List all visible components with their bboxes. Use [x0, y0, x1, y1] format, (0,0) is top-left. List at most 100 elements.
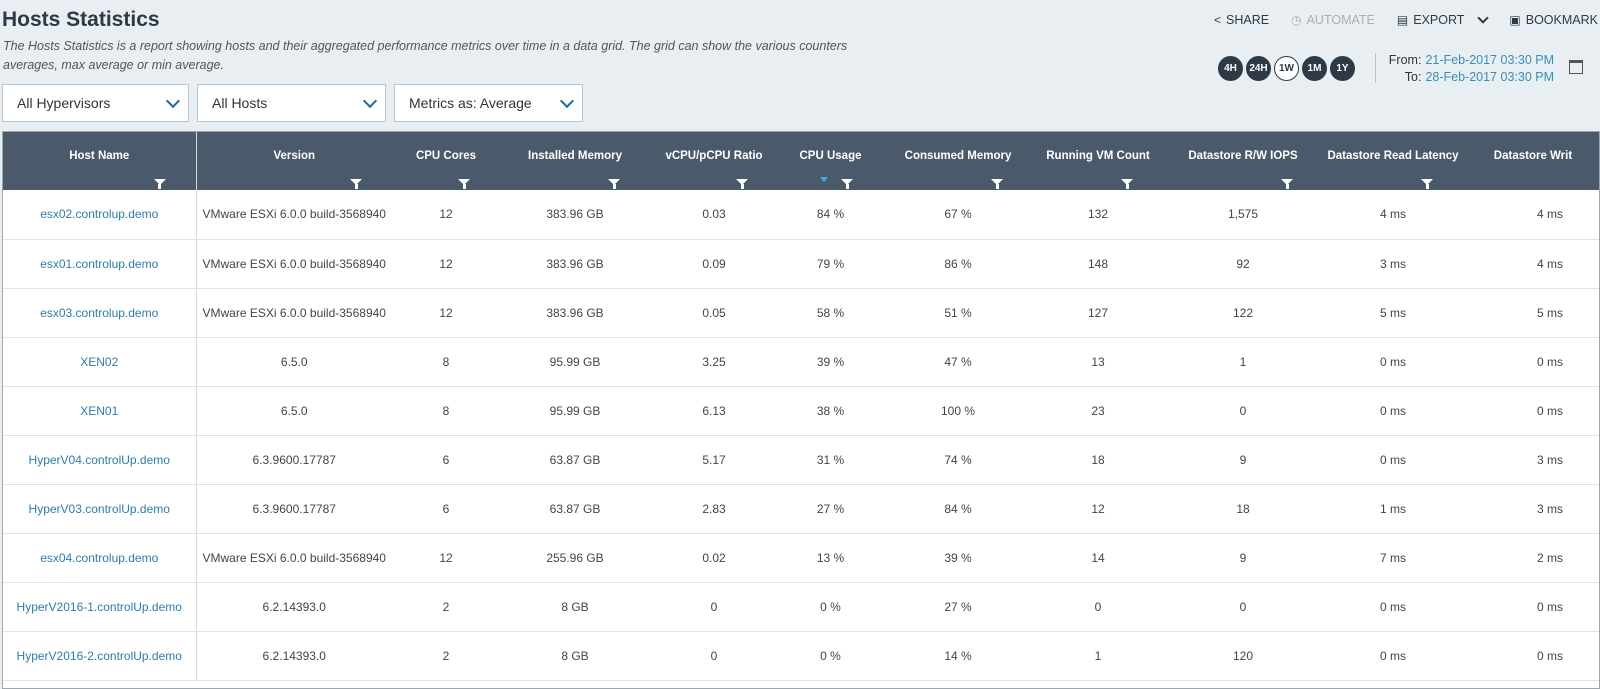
toolbar-actions: < SHARE ◷ AUTOMATE ▤ EXPORT ▣ BOOKMARK — [1214, 12, 1598, 27]
cell-datastore-write-latency: 4 ms — [1463, 239, 1599, 289]
share-button[interactable]: < SHARE — [1214, 13, 1269, 27]
divider — [1375, 53, 1376, 83]
filter-bar: All Hypervisors All Hosts Metrics as: Av… — [2, 84, 583, 122]
filter-icon[interactable] — [1121, 179, 1133, 189]
column-header-label: Running VM Count — [1046, 150, 1150, 162]
host-name-link[interactable]: HyperV04.controlUp.demo — [3, 435, 197, 485]
from-date-link[interactable]: 21-Feb-2017 03:30 PM — [1425, 52, 1554, 69]
range-1y-button[interactable]: 1Y — [1330, 56, 1355, 81]
table-row[interactable]: HyperV2016-1.controlUp.demo 6.2.14393.0 2 8… — [3, 582, 1599, 632]
bookmark-button[interactable]: ▣ BOOKMARK — [1509, 13, 1598, 27]
table-row[interactable]: HyperV03.controlUp.demo 6.3.9600.17787 6 63… — [3, 484, 1599, 534]
column-header-version[interactable]: Version — [196, 132, 392, 190]
host-name-link[interactable]: XEN01 — [3, 386, 197, 436]
export-button[interactable]: ▤ EXPORT — [1396, 12, 1490, 27]
cell-running-vm-count: 132 — [1033, 190, 1163, 240]
hypervisors-dropdown-value: All Hypervisors — [17, 95, 111, 111]
cell-datastore-rw-iops: 92 — [1163, 239, 1323, 289]
cell-cpu-usage: 58 % — [778, 288, 883, 338]
cell-datastore-read-latency: 5 ms — [1323, 288, 1463, 338]
range-24h-button[interactable]: 24H — [1246, 56, 1271, 81]
column-header-label: vCPU/pCPU Ratio — [665, 150, 763, 162]
cell-cpu-usage: 79 % — [778, 239, 883, 289]
column-header-installed-memory[interactable]: Installed Memory — [500, 132, 650, 190]
cell-version: VMware ESXi 6.0.0 build-3568940 — [196, 239, 392, 289]
range-1w-button[interactable]: 1W — [1274, 56, 1299, 81]
cell-datastore-rw-iops: 18 — [1163, 484, 1323, 534]
host-name-link[interactable]: esx04.controlup.demo — [3, 533, 197, 583]
host-name-link[interactable]: esx02.controlup.demo — [3, 190, 197, 240]
filter-icon[interactable] — [991, 179, 1003, 189]
time-range-selector: 4H 24H 1W 1M 1Y — [1218, 56, 1355, 81]
cell-running-vm-count: 148 — [1033, 239, 1163, 289]
automate-button[interactable]: ◷ AUTOMATE — [1291, 13, 1375, 27]
table-row[interactable]: esx01.controlup.demo VMware ESXi 6.0.0 bu… — [3, 239, 1599, 289]
cell-cpu-usage: 39 % — [778, 337, 883, 387]
column-header-datastore-read-latency[interactable]: Datastore Read Latency — [1323, 132, 1463, 190]
header-row: Host Name Version CPU Cores Installed Memor… — [3, 132, 1599, 190]
cell-version: 6.3.9600.17787 — [196, 435, 392, 485]
column-header-cpu-usage[interactable]: CPU Usage — [778, 132, 883, 190]
table-row[interactable]: HyperV04.controlUp.demo 6.3.9600.17787 6 63… — [3, 435, 1599, 485]
cell-consumed-memory: 14 % — [883, 631, 1033, 681]
share-icon: < — [1214, 13, 1222, 27]
cell-datastore-rw-iops: 122 — [1163, 288, 1323, 338]
cell-version: 6.2.14393.0 — [196, 631, 392, 681]
cell-vcpu-pcpu-ratio: 5.17 — [650, 435, 778, 485]
filter-icon[interactable] — [458, 179, 470, 189]
filter-icon[interactable] — [153, 179, 166, 189]
export-icon: ▤ — [1396, 13, 1409, 27]
hypervisors-dropdown[interactable]: All Hypervisors — [2, 84, 189, 122]
cell-vcpu-pcpu-ratio: 2.83 — [650, 484, 778, 534]
filter-icon[interactable] — [736, 179, 748, 189]
cell-cpu-cores: 12 — [392, 533, 500, 583]
filter-icon[interactable] — [841, 179, 853, 189]
cell-cpu-cores: 12 — [392, 239, 500, 289]
host-name-link[interactable]: HyperV2016-2.controlUp.demo — [3, 631, 197, 681]
filter-icon[interactable] — [1281, 179, 1293, 189]
cell-datastore-write-latency: 3 ms — [1463, 484, 1599, 534]
range-1m-button[interactable]: 1M — [1302, 56, 1327, 81]
cell-datastore-rw-iops: 120 — [1163, 631, 1323, 681]
column-header-cpu-cores[interactable]: CPU Cores — [392, 132, 500, 190]
cell-running-vm-count: 1 — [1033, 631, 1163, 681]
bookmark-label: BOOKMARK — [1525, 13, 1598, 27]
column-header-datastore-write-latency[interactable]: Datastore Writ — [1463, 132, 1599, 190]
cell-datastore-read-latency: 0 ms — [1323, 337, 1463, 387]
filter-icon[interactable] — [608, 179, 620, 189]
host-name-link[interactable]: HyperV2016-1.controlUp.demo — [3, 582, 197, 632]
column-header-host-name[interactable]: Host Name — [3, 132, 197, 190]
cell-version: 6.5.0 — [196, 386, 392, 436]
table-row[interactable]: XEN01 6.5.0 8 95.99 GB 6.13 38 % 100 % 23 0 0 ms 0… — [3, 386, 1599, 436]
cell-datastore-read-latency: 0 ms — [1323, 435, 1463, 485]
column-header-consumed-memory[interactable]: Consumed Memory — [883, 132, 1033, 190]
table-row[interactable]: esx03.controlup.demo VMware ESXi 6.0.0 bu… — [3, 288, 1599, 338]
to-date-link[interactable]: 28-Feb-2017 03:30 PM — [1425, 69, 1554, 86]
hosts-dropdown[interactable]: All Hosts — [197, 84, 386, 122]
column-header-datastore-rw-iops[interactable]: Datastore R/W IOPS — [1163, 132, 1323, 190]
from-label: From: — [1388, 53, 1422, 67]
host-name-link[interactable]: XEN02 — [3, 337, 197, 387]
table-row[interactable]: esx04.controlup.demo VMware ESXi 6.0.0 bu… — [3, 533, 1599, 583]
cell-consumed-memory: 51 % — [883, 288, 1033, 338]
host-name-link[interactable]: HyperV03.controlUp.demo — [3, 484, 197, 534]
table-row[interactable]: HyperV2016-2.controlUp.demo 6.2.14393.0 2 8… — [3, 631, 1599, 681]
automate-label: AUTOMATE — [1306, 13, 1375, 27]
cell-datastore-write-latency: 2 ms — [1463, 533, 1599, 583]
cell-cpu-cores: 8 — [392, 386, 500, 436]
cell-cpu-cores: 8 — [392, 337, 500, 387]
column-header-vcpu-pcpu-ratio[interactable]: vCPU/pCPU Ratio — [650, 132, 778, 190]
filter-icon[interactable] — [350, 179, 362, 189]
column-header-running-vm-count[interactable]: Running VM Count — [1033, 132, 1163, 190]
metrics-dropdown[interactable]: Metrics as: Average — [394, 84, 583, 122]
table-row[interactable]: esx02.controlup.demo VMware ESXi 6.0.0 bu… — [3, 190, 1599, 240]
range-4h-button[interactable]: 4H — [1218, 56, 1243, 81]
cell-consumed-memory: 47 % — [883, 337, 1033, 387]
host-name-link[interactable]: esx01.controlup.demo — [3, 239, 197, 289]
filter-icon[interactable] — [1421, 179, 1433, 189]
table-row[interactable]: XEN02 6.5.0 8 95.99 GB 3.25 39 % 47 % 13 1 0 ms 0 … — [3, 337, 1599, 387]
cell-cpu-usage: 0 % — [778, 631, 883, 681]
host-name-link[interactable]: esx03.controlup.demo — [3, 288, 197, 338]
bookmark-icon: ▣ — [1509, 13, 1521, 27]
calendar-icon[interactable] — [1569, 60, 1583, 74]
